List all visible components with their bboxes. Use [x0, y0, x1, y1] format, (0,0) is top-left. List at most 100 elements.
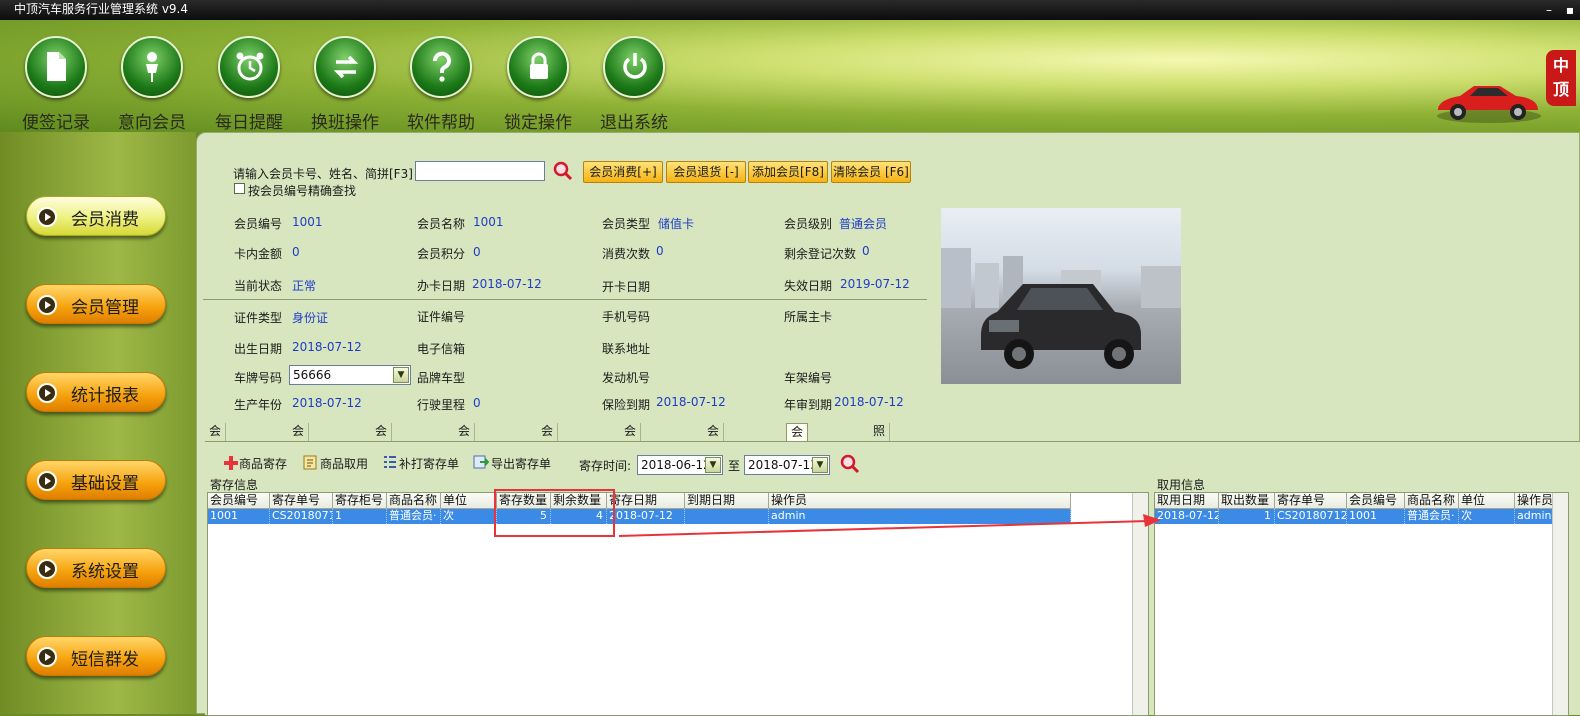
toolbar-label: 软件帮助: [407, 113, 475, 133]
grid-header[interactable]: 取出数量: [1219, 493, 1275, 509]
grid-header[interactable]: 操作员: [769, 493, 1071, 509]
play-icon: [37, 647, 57, 667]
grid-cell: 普通会员·: [1405, 509, 1459, 524]
vertical-scrollbar[interactable]: [1552, 493, 1568, 715]
grid-header[interactable]: 会员编号: [1347, 493, 1405, 509]
tab-advanced-query[interactable]: 会员高级查询: [620, 423, 642, 523]
main-panel: 请输入会员卡号、姓名、简拼[F3] 按会员编号精确查找 会员消费[+] 会员退货…: [196, 132, 1580, 716]
tab-photo-archive[interactable]: 照片档案: [869, 423, 891, 489]
storage-grid-title: 寄存信息: [208, 476, 261, 493]
grid-header[interactable]: 寄存日期: [607, 493, 685, 509]
remaining-count-value: 0: [862, 244, 870, 258]
tab-card-balance[interactable]: 会员次卡余额: [703, 423, 725, 523]
title-bar: 中顶汽车服务行业管理系统 v9.4 – ▪: [0, 0, 1580, 20]
grid-header[interactable]: 寄存单号: [270, 493, 333, 509]
search-icon[interactable]: [839, 453, 861, 475]
grid-header[interactable]: 商品名称: [1405, 493, 1459, 509]
minimize-button[interactable]: –: [1546, 1, 1552, 19]
field-label: 联系地址: [602, 342, 651, 356]
sidebar-item-label: 会员管理: [71, 298, 139, 318]
field-label: 车架编号: [784, 371, 833, 385]
field-label: 保险到期: [602, 398, 651, 412]
grid-cell: CS201807120: [1275, 509, 1347, 524]
sidebar-item-member-consume[interactable]: 会员消费: [26, 196, 166, 236]
reprint-storage-button[interactable]: 补打寄存单: [399, 455, 459, 472]
add-member-button[interactable]: 添加会员[F8]: [748, 161, 828, 183]
chevron-down-icon[interactable]: ▼: [393, 367, 409, 383]
toolbar-button-notes[interactable]: 便签记录: [18, 36, 94, 133]
field-label: 开卡日期: [602, 280, 651, 294]
tab-consume-record[interactable]: 会员消费记录: [288, 423, 310, 523]
field-label: 失效日期: [784, 279, 833, 293]
exact-search-label: 按会员编号精确查找: [248, 184, 357, 198]
sidebar-item-sms[interactable]: 短信群发: [26, 636, 166, 676]
member-consume-button[interactable]: 会员消费[+]: [583, 161, 663, 183]
clear-member-button[interactable]: 清除会员 [F6]: [831, 161, 911, 183]
toolbar-button-shift[interactable]: 换班操作: [307, 36, 383, 133]
sidebar-item-basic-settings[interactable]: 基础设置: [26, 460, 166, 500]
chevron-down-icon[interactable]: ▼: [705, 457, 721, 473]
member-search-input[interactable]: [415, 161, 545, 181]
take-grid-title: 取用信息: [1155, 476, 1208, 493]
tab-visit-log[interactable]: 会员进店登记: [205, 423, 227, 523]
header: 便签记录 意向会员 每日提醒 换班操作 软件帮助 锁定操作 退出系统 中顶: [0, 20, 1580, 133]
date-from-picker[interactable]: 2018-06-12 ▼: [637, 455, 723, 475]
document-icon: [47, 52, 66, 81]
chevron-down-icon[interactable]: ▼: [812, 457, 828, 473]
edit-note-icon: [303, 455, 317, 470]
tab-storage-manage[interactable]: 会员寄存管理: [786, 423, 809, 524]
grid-cell: 1: [1219, 509, 1275, 524]
birth-date-value: 2018-07-12: [292, 340, 362, 354]
toolbar-button-reminder[interactable]: 每日提醒: [211, 36, 287, 133]
member-return-button[interactable]: 会员退货 [-]: [666, 161, 746, 183]
field-label: 会员编号: [234, 217, 283, 231]
plate-number-combo[interactable]: 56666 ▼: [289, 365, 411, 385]
member-name-value: 1001: [473, 215, 504, 229]
close-button[interactable]: ▪: [1566, 1, 1574, 19]
field-label: 电子信箱: [417, 342, 466, 356]
toolbar-button-prospects[interactable]: 意向会员: [114, 36, 190, 133]
tab-event-record[interactable]: 会员事件记录: [454, 423, 476, 523]
tab-recharge-record[interactable]: 会员充值记录: [371, 423, 393, 523]
field-label: 所属主卡: [784, 310, 833, 324]
grid-header[interactable]: 操作员: [1515, 493, 1553, 509]
grid-header[interactable]: 单位: [1459, 493, 1515, 509]
grid-cell: 次: [441, 509, 497, 524]
balance-value: 0: [292, 245, 300, 259]
field-label: 剩余登记次数: [784, 247, 857, 261]
exact-search-checkbox[interactable]: [234, 183, 245, 194]
tab-exchange-record[interactable]: 会员兑换记录: [537, 423, 559, 523]
member-id-value: 1001: [292, 215, 323, 229]
sidebar-item-member-manage[interactable]: 会员管理: [26, 284, 166, 324]
grid-header[interactable]: 单位: [441, 493, 497, 509]
member-level-value: 普通会员: [839, 217, 888, 231]
search-icon[interactable]: [552, 160, 574, 182]
export-icon: [473, 455, 489, 469]
toolbar-button-help[interactable]: 软件帮助: [403, 36, 479, 133]
take-grid[interactable]: 取用日期 取出数量 寄存单号 会员编号 商品名称 单位 操作员 2018-07-…: [1154, 492, 1569, 716]
grid-header[interactable]: 寄存单号: [1275, 493, 1347, 509]
toolbar-label: 每日提醒: [215, 113, 283, 133]
field-label: 会员名称: [417, 217, 466, 231]
grid-header[interactable]: 到期日期: [685, 493, 769, 509]
sidebar-item-system-settings[interactable]: 系统设置: [26, 548, 166, 588]
date-to-picker[interactable]: 2018-07-13 ▼: [744, 455, 830, 475]
export-storage-button[interactable]: 导出寄存单: [491, 455, 551, 472]
toolbar-button-exit[interactable]: 退出系统: [596, 36, 672, 133]
issue-date-value: 2018-07-12: [472, 277, 542, 291]
grid-header[interactable]: 会员编号: [208, 493, 270, 509]
sidebar: 会员消费 会员管理 统计报表 基础设置 系统设置 短信群发: [0, 132, 196, 714]
date-from-value: 2018-06-12: [641, 458, 711, 472]
toolbar-button-lock[interactable]: 锁定操作: [500, 36, 576, 133]
grid-header[interactable]: 商品名称: [387, 493, 441, 509]
id-type-value: 身份证: [292, 311, 329, 325]
sidebar-item-label: 统计报表: [71, 386, 139, 406]
plate-number-value: 56666: [293, 368, 332, 382]
grid-header[interactable]: 取用日期: [1155, 493, 1219, 509]
sidebar-item-reports[interactable]: 统计报表: [26, 372, 166, 412]
grid-header[interactable]: 寄存柜号: [333, 493, 387, 509]
take-item-button[interactable]: 商品取用: [320, 455, 368, 472]
expire-date-value: 2019-07-12: [840, 277, 910, 291]
sidebar-item-label: 会员消费: [71, 210, 139, 230]
store-item-button[interactable]: 商品寄存: [239, 455, 287, 472]
